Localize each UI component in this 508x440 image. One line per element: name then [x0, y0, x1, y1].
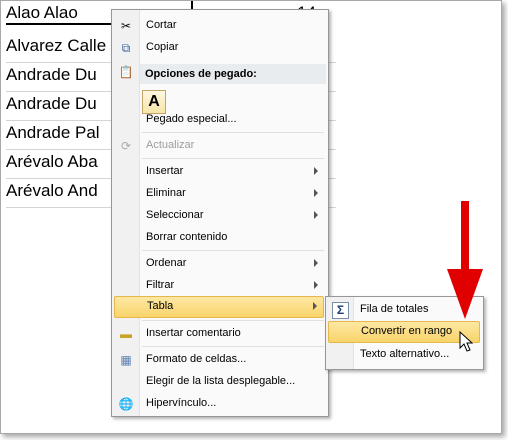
context-menu: ✂ Cortar ⧉ Copiar 📋 Opciones de pegado: … — [111, 9, 329, 417]
menu-item-label: Ordenar — [146, 257, 187, 269]
menu-separator — [142, 320, 324, 321]
menu-item-label: Eliminar — [146, 187, 186, 199]
menu-item-label: Seleccionar — [146, 209, 204, 221]
paste-options-header: Opciones de pegado: — [140, 64, 326, 84]
chevron-right-icon — [314, 211, 318, 219]
globe-link-icon: 🌐 — [118, 397, 134, 411]
chevron-right-icon — [314, 281, 318, 289]
screenshot-frame: Alao Alao 14 Alvarez Calle Andrade Du An… — [0, 0, 502, 434]
menu-item-table[interactable]: Tabla — [114, 296, 324, 318]
menu-item-label: Filtrar — [146, 279, 175, 291]
menu-item-paste-special[interactable]: Pegado especial... — [114, 109, 324, 131]
menu-item-label: Elegir de la lista desplegable... — [146, 375, 296, 387]
menu-item-label: Pegado especial... — [146, 113, 237, 125]
menu-item-label: Tabla — [147, 300, 174, 312]
submenu-item-label: Texto alternativo... — [360, 348, 450, 360]
submenu-item-alt-text[interactable]: Texto alternativo... — [328, 344, 480, 366]
menu-item-insert-comment[interactable]: ▬ Insertar comentario — [114, 323, 324, 345]
cell-text: Andrade Du — [6, 65, 97, 84]
menu-separator — [142, 250, 324, 251]
clipboard-icon: 📋 — [118, 65, 134, 79]
refresh-icon: ⟳ — [120, 139, 132, 153]
menu-item-insert[interactable]: Insertar — [114, 161, 324, 183]
menu-item-label: Insertar — [146, 165, 184, 177]
menu-item-select[interactable]: Seleccionar — [114, 205, 324, 227]
menu-item-sort[interactable]: Ordenar — [114, 253, 324, 275]
submenu-item-label: Fila de totales — [360, 303, 429, 315]
comment-icon: ▬ — [120, 327, 132, 341]
menu-item-label: Insertar comentario — [146, 327, 241, 339]
annotation-arrow-head — [447, 269, 483, 319]
chevron-right-icon — [313, 302, 317, 310]
chevron-right-icon — [314, 167, 318, 175]
menu-item-filter[interactable]: Filtrar — [114, 275, 324, 297]
cell-text: Andrade Pal — [6, 123, 100, 142]
format-cells-icon: ▦ — [120, 353, 132, 367]
submenu-item-label: Convertir en rango — [361, 325, 453, 337]
menu-item-delete[interactable]: Eliminar — [114, 183, 324, 205]
menu-item-refresh[interactable]: ⟳ Actualizar — [114, 135, 324, 157]
annotation-arrow-shaft — [461, 201, 469, 271]
menu-item-clear-contents[interactable]: Borrar contenido — [114, 227, 324, 249]
menu-item-pick-list[interactable]: Elegir de la lista desplegable... — [114, 371, 324, 393]
menu-item-copy[interactable]: ⧉ Copiar — [114, 37, 324, 59]
menu-item-cut[interactable]: ✂ Cortar — [114, 15, 324, 37]
chevron-right-icon — [314, 189, 318, 197]
menu-item-label: Hipervínculo... — [146, 397, 217, 409]
chevron-right-icon — [314, 259, 318, 267]
cell-text: Arévalo Aba — [6, 152, 98, 171]
menu-separator — [142, 346, 324, 347]
cell-text: Alvarez Calle — [6, 36, 107, 55]
cell-text: Andrade Du — [6, 94, 97, 113]
sigma-icon: Σ — [332, 302, 349, 319]
copy-icon: ⧉ — [121, 41, 131, 55]
menu-item-label: Formato de celdas... — [146, 353, 247, 365]
mouse-cursor-icon — [459, 331, 474, 352]
menu-item-label: Borrar contenido — [146, 231, 228, 243]
menu-item-hyperlink[interactable]: 🌐 Hipervínculo... — [114, 393, 324, 415]
menu-separator — [142, 132, 324, 133]
menu-item-label: Copiar — [146, 41, 179, 53]
menu-item-label: Actualizar — [146, 139, 195, 151]
scissors-icon: ✂ — [120, 19, 132, 33]
menu-item-format-cells[interactable]: ▦ Formato de celdas... — [114, 349, 324, 371]
paste-options-label: Opciones de pegado: — [145, 68, 257, 80]
menu-item-label: Cortar — [146, 19, 177, 31]
cell-text: Arévalo And — [6, 181, 98, 200]
cell-name[interactable]: Alao Alao — [6, 3, 78, 23]
menu-separator — [142, 158, 324, 159]
submenu-item-convert-range[interactable]: Convertir en rango — [328, 321, 480, 343]
